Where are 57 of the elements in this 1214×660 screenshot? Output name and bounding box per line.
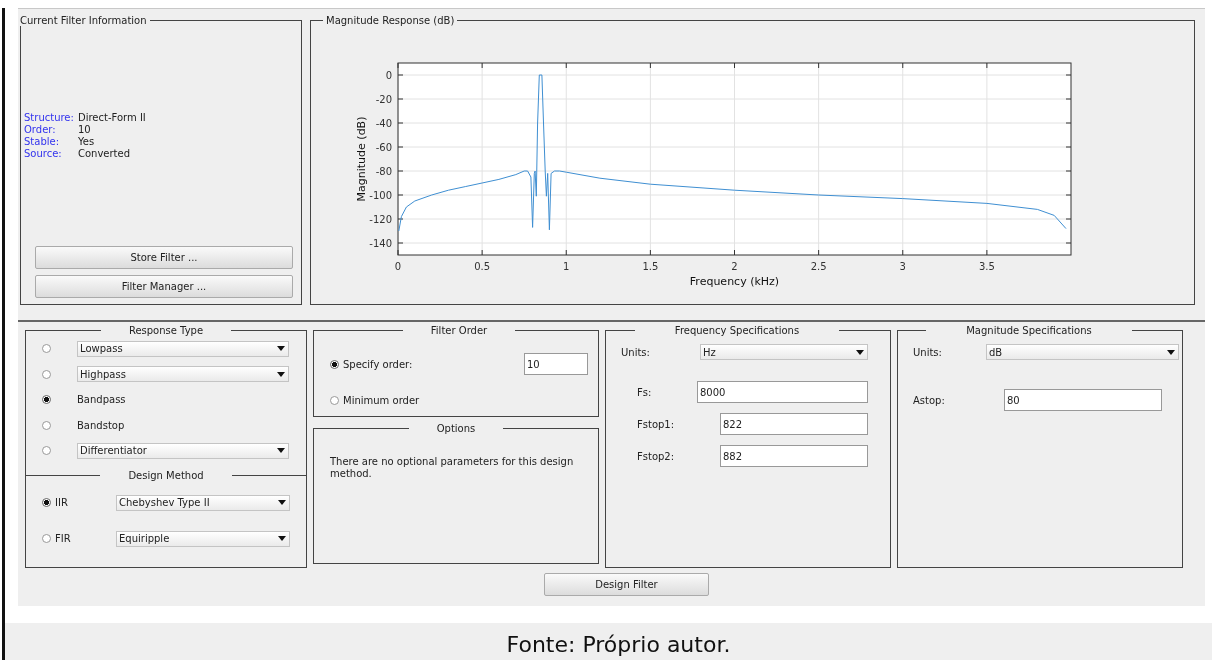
radio-button[interactable]: Minimum order bbox=[330, 393, 420, 407]
options-message: There are no optional parameters for this design method. bbox=[330, 456, 575, 480]
units-label: Units: bbox=[913, 346, 942, 358]
panel-title: Magnitude Response (dB) bbox=[325, 15, 456, 26]
panel-button[interactable]: Filter Manager ... bbox=[35, 275, 293, 298]
panel-button[interactable]: Store Filter ... bbox=[35, 246, 293, 269]
panel-title: Current Filter Information bbox=[19, 15, 148, 26]
dropdown[interactable]: Hz bbox=[700, 344, 868, 360]
input-field[interactable]: 8000 bbox=[697, 381, 868, 403]
radio-button[interactable]: Bandpass bbox=[42, 392, 126, 407]
x-tick-label: 2.5 bbox=[810, 261, 827, 272]
info-value: Converted bbox=[78, 148, 132, 159]
input-field[interactable]: 882 bbox=[720, 445, 868, 467]
x-tick-label: 3.5 bbox=[978, 261, 995, 272]
figure-caption: Fonte: Próprio autor. bbox=[2, 623, 1212, 660]
x-tick-label: 1.5 bbox=[642, 261, 659, 272]
units-label: Units: bbox=[621, 346, 650, 358]
x-axis-label: Frequency (kHz) bbox=[689, 275, 780, 288]
radio-button[interactable]: Bandstop bbox=[42, 418, 125, 433]
dropdown[interactable]: Lowpass bbox=[77, 340, 289, 357]
radio-button[interactable]: IIR bbox=[42, 495, 116, 510]
info-value: Yes bbox=[78, 136, 96, 147]
y-tick-label: 0 bbox=[385, 70, 392, 81]
radio-button[interactable]: FIR bbox=[42, 531, 116, 546]
y-axis-label: Magnitude (dB) bbox=[355, 116, 368, 202]
design-filter-button[interactable]: Design Filter bbox=[544, 573, 709, 596]
y-tick-label: -60 bbox=[375, 142, 392, 153]
input-field[interactable]: 80 bbox=[1004, 389, 1162, 411]
radio-button[interactable]: Specify order: bbox=[330, 357, 413, 371]
x-tick-label: 0.5 bbox=[474, 261, 491, 272]
field-label: Fstop1: bbox=[637, 418, 675, 430]
info-label: Order: bbox=[24, 124, 57, 135]
x-tick-label: 1 bbox=[563, 261, 570, 272]
y-tick-label: -140 bbox=[369, 238, 392, 249]
dropdown[interactable]: Highpass bbox=[77, 366, 289, 383]
info-label: Source: bbox=[24, 148, 63, 159]
info-value: Direct-Form II bbox=[78, 112, 147, 123]
y-tick-label: -120 bbox=[369, 214, 392, 225]
input-field[interactable]: 822 bbox=[720, 413, 868, 435]
x-tick-label: 0 bbox=[394, 261, 402, 272]
field-label: Astop: bbox=[913, 394, 945, 406]
order-field[interactable]: 10 bbox=[524, 353, 588, 375]
y-tick-label: -40 bbox=[375, 118, 392, 129]
field-label: Fstop2: bbox=[637, 450, 675, 462]
x-tick-label: 3 bbox=[899, 261, 906, 272]
info-value: 10 bbox=[78, 124, 92, 135]
y-tick-label: -80 bbox=[375, 166, 392, 177]
dropdown[interactable]: Equiripple bbox=[116, 530, 290, 547]
dropdown[interactable]: Differentiator bbox=[77, 442, 289, 459]
info-label: Structure: bbox=[24, 112, 75, 123]
x-tick-label: 2 bbox=[731, 261, 738, 272]
info-label: Stable: bbox=[24, 136, 61, 147]
dropdown[interactable]: dB bbox=[986, 344, 1179, 360]
field-label: Fs: bbox=[637, 386, 652, 398]
y-tick-label: -100 bbox=[369, 190, 392, 201]
dropdown[interactable]: Chebyshev Type II bbox=[116, 494, 290, 511]
y-tick-label: -20 bbox=[375, 94, 392, 105]
